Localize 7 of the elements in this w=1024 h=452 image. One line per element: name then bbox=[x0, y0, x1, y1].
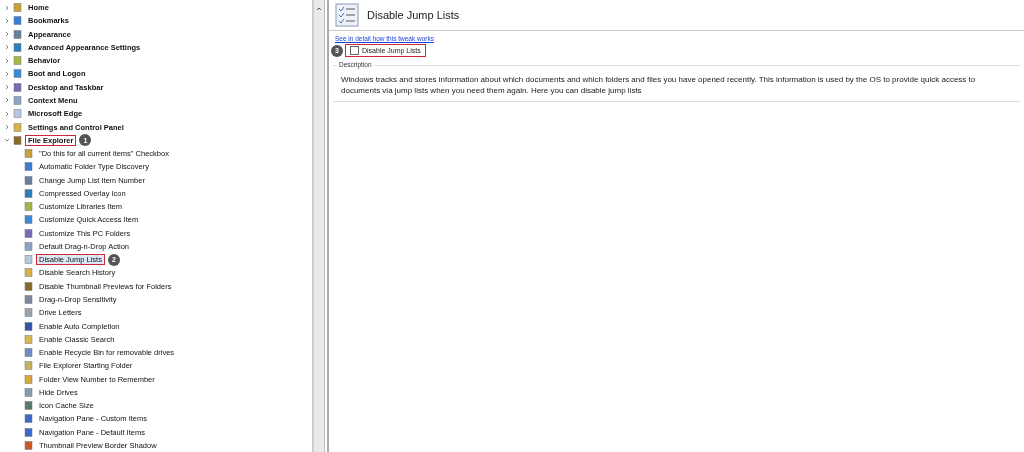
chevron-icon[interactable] bbox=[4, 124, 10, 130]
checklist-icon bbox=[335, 3, 359, 27]
checkbox[interactable] bbox=[350, 46, 359, 55]
scrollbar[interactable] bbox=[313, 0, 325, 452]
tweak-title: Disable Jump Lists bbox=[367, 9, 460, 21]
description-text: Windows tracks and stores information about which documents and which folders and files you have opened recently. This information is used by the OS to provide quick access to documents via jump lists when you need them again. Here you can disable jump lists bbox=[341, 74, 977, 96]
scroll-up-icon[interactable] bbox=[316, 6, 322, 12]
